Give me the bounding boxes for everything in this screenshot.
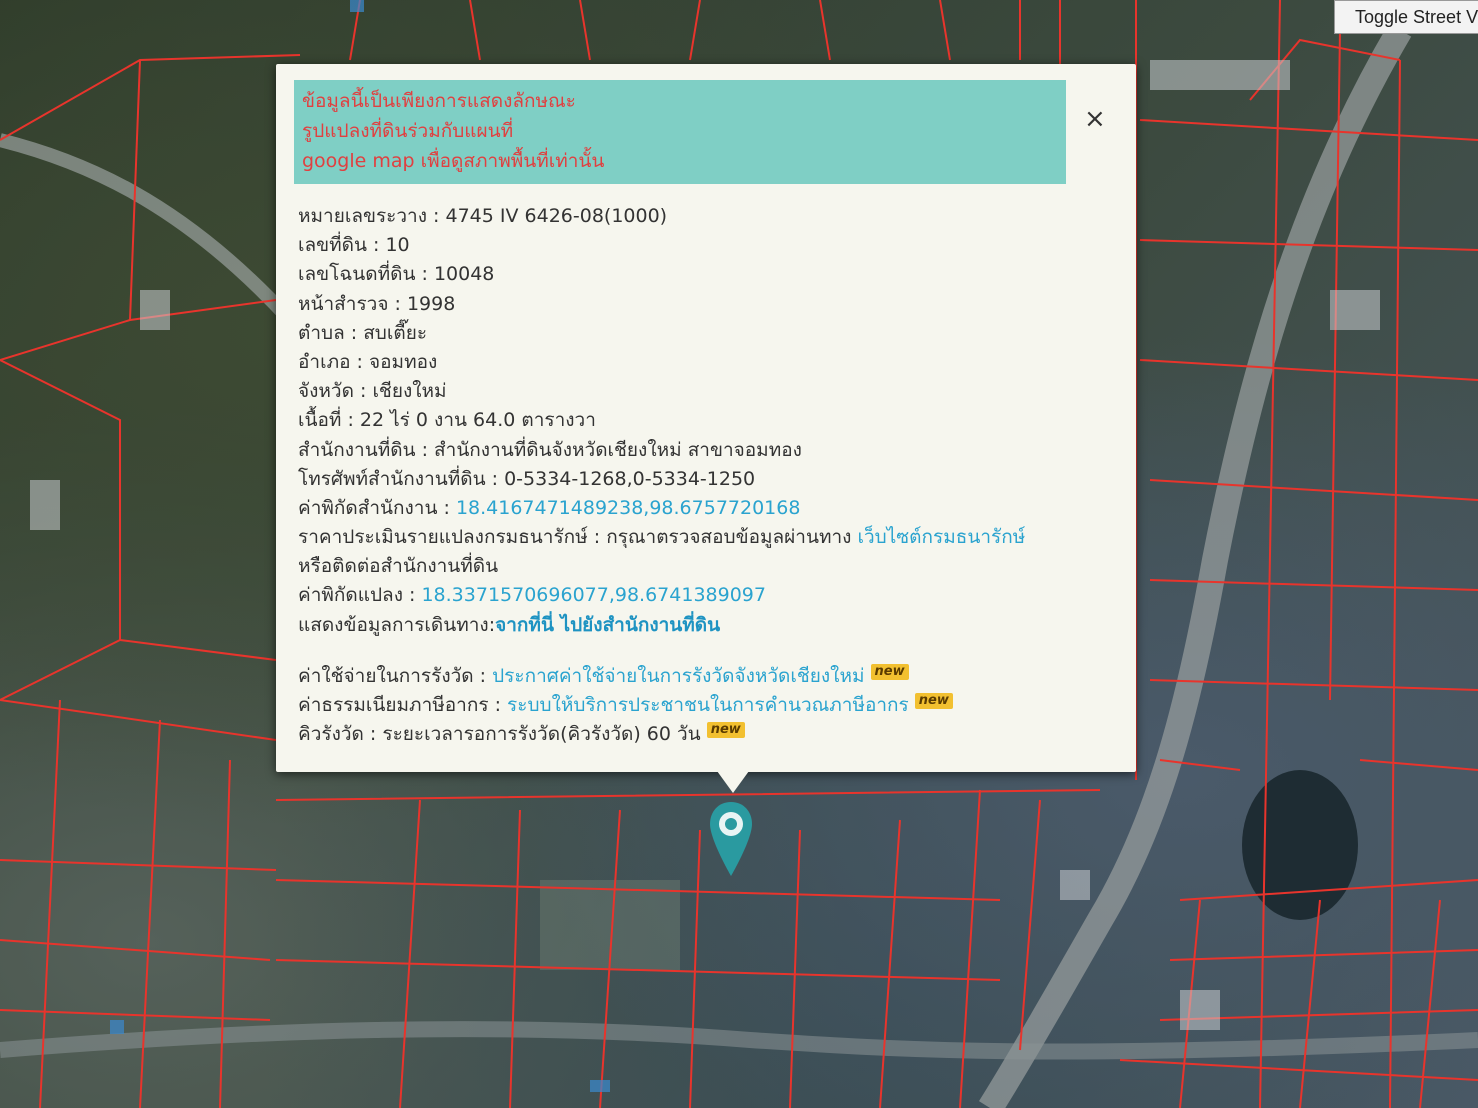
new-badge: new bbox=[706, 722, 745, 739]
field-label: เลขที่ดิน : bbox=[298, 234, 380, 257]
row-survey-page: หน้าสำรวจ : 1998 bbox=[298, 290, 1118, 319]
field-value: หรือติดต่อสำนักงานที่ดิน bbox=[298, 555, 499, 578]
disclaimer-notice: ข้อมูลนี้เป็นเพียงการแสดงลักษณะ รูปแปลงท… bbox=[294, 80, 1066, 184]
toggle-street-view-button[interactable]: Toggle Street Vi bbox=[1334, 0, 1478, 34]
field-label: ราคาประเมินรายแปลงกรมธนารักษ์ : bbox=[298, 526, 601, 549]
survey-cost-link[interactable]: ประกาศค่าใช้จ่ายในการรังวัดจังหวัดเชียงใ… bbox=[492, 665, 864, 687]
field-label: หน้าสำรวจ : bbox=[298, 292, 401, 315]
row-office-phone: โทรศัพท์สำนักงานที่ดิน : 0-5334-1268,0-5… bbox=[298, 465, 1118, 494]
row-deed-no: เลขโฉนดที่ดิน : 10048 bbox=[298, 260, 1118, 289]
field-label: อำเภอ : bbox=[298, 350, 363, 373]
field-value: กรุณาตรวจสอบข้อมูลผ่านทาง bbox=[606, 526, 852, 549]
field-label: ค่าใช้จ่ายในการรังวัด : bbox=[298, 664, 487, 687]
new-badge: new bbox=[870, 663, 909, 680]
field-label: สำนักงานที่ดิน : bbox=[298, 438, 428, 461]
field-label: หมายเลขระวาง : bbox=[298, 205, 440, 227]
popup-tail bbox=[717, 771, 749, 793]
field-value: จอมทอง bbox=[369, 350, 438, 373]
row-office-coords: ค่าพิกัดสำนักงาน : 18.4167471489238,98.6… bbox=[298, 494, 1118, 523]
field-label: ค่าพิกัดสำนักงาน : bbox=[298, 496, 450, 519]
row-area: เนื้อที่ : 22 ไร่ 0 งาน 64.0 ตารางวา bbox=[298, 406, 1118, 435]
row-map-sheet: หมายเลขระวาง : 4745 IV 6426-08(1000) bbox=[298, 202, 1118, 231]
row-subdistrict: ตำบล : สบเตี๊ยะ bbox=[298, 319, 1118, 348]
field-label: ค่าพิกัดแปลง : bbox=[298, 584, 416, 607]
field-value: 10048 bbox=[433, 263, 495, 286]
new-badge: new bbox=[914, 693, 953, 709]
field-label: ค่าธรรมเนียมภาษีอากร : bbox=[298, 694, 501, 716]
field-value: 0-5334-1268,0-5334-1250 bbox=[504, 467, 756, 490]
parcel-info: หมายเลขระวาง : 4745 IV 6426-08(1000) เลข… bbox=[298, 202, 1118, 749]
field-label: คิวรังวัด : bbox=[298, 723, 377, 746]
row-province: จังหวัด : เชียงใหม่ bbox=[298, 377, 1118, 406]
office-coords-link[interactable]: 18.4167471489238,98.6757720168 bbox=[456, 497, 801, 519]
field-label: เนื้อที่ : bbox=[298, 409, 354, 432]
notice-line: ข้อมูลนี้เป็นเพียงการแสดงลักษณะ bbox=[302, 90, 576, 112]
tax-calculator-link[interactable]: ระบบให้บริการประชาชนในการคำนวณภาษีอากร bbox=[507, 694, 909, 716]
field-value: ระยะเวลารอการรังวัด(คิวรังวัด) 60 วัน bbox=[382, 723, 701, 746]
field-value: 1998 bbox=[406, 292, 456, 315]
row-directions: แสดงข้อมูลการเดินทาง:จากที่นี่ ไปยังสำนั… bbox=[298, 611, 1118, 640]
row-parcel-coords: ค่าพิกัดแปลง : 18.3371570696077,98.67413… bbox=[298, 581, 1118, 610]
field-value: 4745 IV 6426-08(1000) bbox=[445, 205, 668, 227]
row-district: อำเภอ : จอมทอง bbox=[298, 348, 1118, 377]
map-marker-icon[interactable] bbox=[706, 800, 756, 880]
row-appraisal: ราคาประเมินรายแปลงกรมธนารักษ์ : กรุณาตรว… bbox=[298, 523, 1118, 552]
field-value: เชียงใหม่ bbox=[372, 380, 447, 403]
field-label: ตำบล : bbox=[298, 321, 358, 344]
notice-line: google map เพื่อดูสภาพพื้นที่เท่านั้น bbox=[302, 150, 605, 172]
treasury-website-link[interactable]: เว็บไซต์กรมธนารักษ์ bbox=[857, 526, 1025, 548]
close-icon[interactable]: × bbox=[1084, 104, 1106, 134]
row-survey-queue: คิวรังวัด : ระยะเวลารอการรังวัด(คิวรังวั… bbox=[298, 720, 1118, 749]
field-label: จังหวัด : bbox=[298, 380, 367, 403]
field-value: สำนักงานที่ดินจังหวัดเชียงใหม่ สาขาจอมทอ… bbox=[434, 438, 802, 461]
field-label: แสดงข้อมูลการเดินทาง: bbox=[298, 613, 496, 636]
row-land-office: สำนักงานที่ดิน : สำนักงานที่ดินจังหวัดเช… bbox=[298, 436, 1118, 465]
directions-link[interactable]: จากที่นี่ ไปยังสำนักงานที่ดิน bbox=[495, 614, 720, 636]
field-value: 10 bbox=[385, 234, 410, 257]
notice-line: รูปแปลงที่ดินร่วมกับแผนที่ bbox=[302, 120, 514, 142]
row-tax-fee: ค่าธรรมเนียมภาษีอากร : ระบบให้บริการประช… bbox=[298, 691, 1118, 720]
field-value: 22 ไร่ 0 งาน 64.0 ตารางวา bbox=[359, 409, 596, 432]
row-parcel-no: เลขที่ดิน : 10 bbox=[298, 231, 1118, 260]
parcel-info-popup: ข้อมูลนี้เป็นเพียงการแสดงลักษณะ รูปแปลงท… bbox=[276, 64, 1136, 772]
row-appraisal-line2: หรือติดต่อสำนักงานที่ดิน bbox=[298, 552, 1118, 581]
parcel-coords-link[interactable]: 18.3371570696077,98.6741389097 bbox=[421, 584, 766, 606]
field-label: โทรศัพท์สำนักงานที่ดิน : bbox=[298, 467, 499, 490]
field-label: เลขโฉนดที่ดิน : bbox=[298, 263, 428, 286]
row-survey-cost: ค่าใช้จ่ายในการรังวัด : ประกาศค่าใช้จ่าย… bbox=[298, 662, 1118, 691]
field-value: สบเตี๊ยะ bbox=[363, 321, 428, 344]
